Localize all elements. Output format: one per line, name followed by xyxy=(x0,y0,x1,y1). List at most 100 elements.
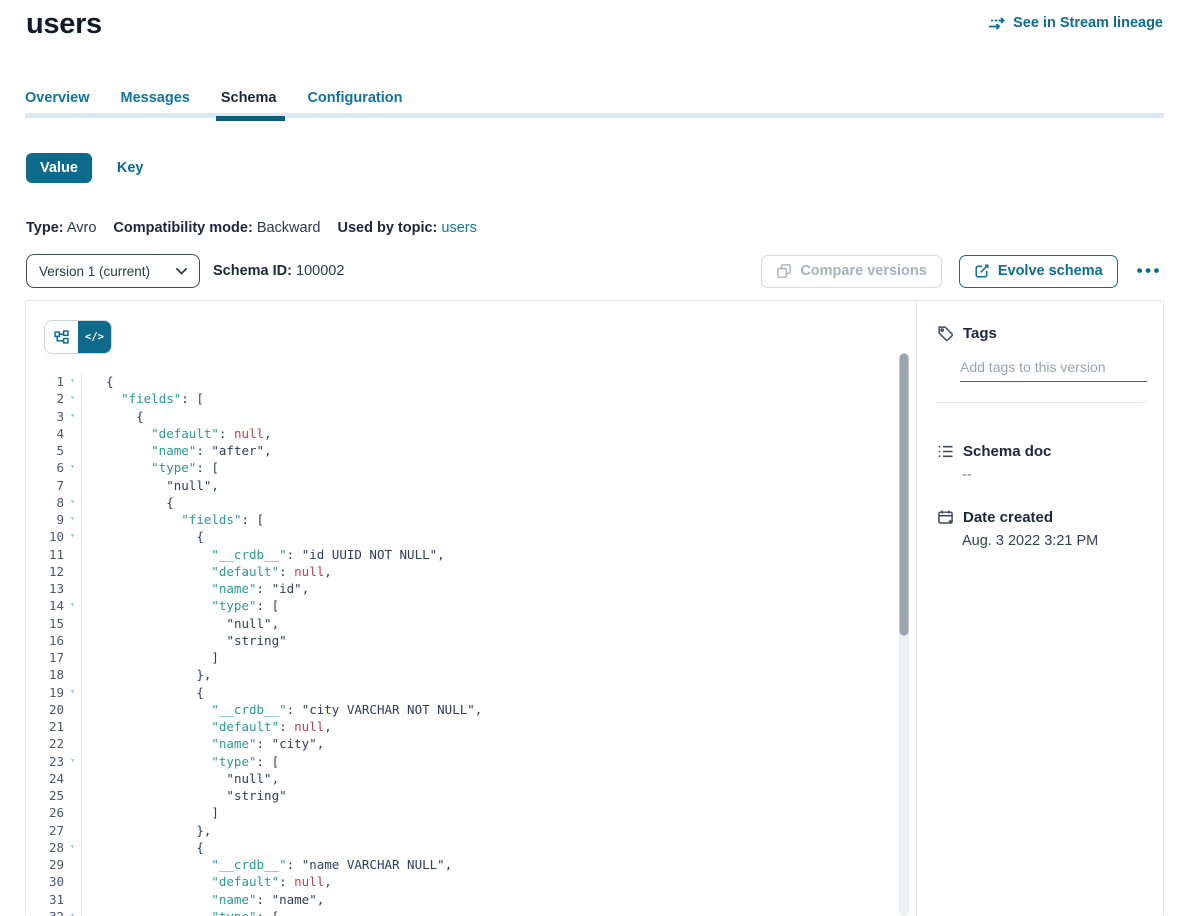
line-number: 22 xyxy=(26,735,64,752)
code-text: "name": "id", xyxy=(106,580,309,597)
date-created-header: Date created xyxy=(937,509,1146,526)
code-line: 2▾ "fields": [ xyxy=(26,390,916,407)
fold-toggle-icon[interactable]: ▾ xyxy=(64,408,82,425)
code-view-button[interactable]: </> xyxy=(78,321,111,353)
used-by-topic-label: Used by topic: xyxy=(337,220,437,236)
schema-page: users See in Stream lineage Overview Mes… xyxy=(0,0,1189,916)
fold-toggle-icon[interactable]: ▾ xyxy=(64,511,82,528)
line-number: 20 xyxy=(26,701,64,718)
fold-gutter xyxy=(64,477,82,494)
stream-lineage-icon xyxy=(988,16,1006,31)
fold-gutter xyxy=(64,442,82,459)
type-label: Type: xyxy=(26,220,64,236)
see-in-stream-lineage-link[interactable]: See in Stream lineage xyxy=(988,15,1163,31)
compatibility-meta: Compatibility mode: Backward xyxy=(113,220,320,236)
code-text: "__crdb__": "name VARCHAR NULL", xyxy=(106,856,452,873)
code-line: 11 "__crdb__": "id UUID NOT NULL", xyxy=(26,546,916,563)
fold-gutter xyxy=(64,718,82,735)
line-number: 9 xyxy=(26,511,64,528)
editor-scrollbar-thumb[interactable] xyxy=(899,353,909,636)
code-text: "fields": [ xyxy=(106,390,204,407)
key-toggle-button[interactable]: Key xyxy=(117,160,144,176)
fold-gutter xyxy=(64,873,82,890)
code-text: "default": null, xyxy=(106,873,332,890)
code-line: 25 "string" xyxy=(26,787,916,804)
tab-underline-track xyxy=(25,113,1164,118)
page-title: users xyxy=(26,8,102,41)
code-line: 5 "name": "after", xyxy=(26,442,916,459)
schema-doc-section: Schema doc -- xyxy=(937,443,1146,483)
code-text: "name": "city", xyxy=(106,735,324,752)
code-text: "null", xyxy=(106,615,279,632)
fold-toggle-icon[interactable]: ▾ xyxy=(64,494,82,511)
value-toggle-button[interactable]: Value xyxy=(26,153,92,183)
compatibility-label: Compatibility mode: xyxy=(113,220,252,236)
line-number: 26 xyxy=(26,804,64,821)
code-text: "__crdb__": "city VARCHAR NOT NULL", xyxy=(106,701,482,718)
line-number: 15 xyxy=(26,615,64,632)
schema-id: Schema ID: 100002 xyxy=(213,263,344,279)
code-text: "name": "after", xyxy=(106,442,272,459)
schema-panel: </> 1▾{2▾ "fields": [3▾ {4 "default": nu… xyxy=(25,300,1164,916)
code-text: "string" xyxy=(106,787,287,804)
line-number: 12 xyxy=(26,563,64,580)
fold-gutter xyxy=(64,804,82,821)
evolve-schema-label: Evolve schema xyxy=(998,263,1103,279)
line-number: 14 xyxy=(26,597,64,614)
line-number: 19 xyxy=(26,684,64,701)
schema-editor: </> 1▾{2▾ "fields": [3▾ {4 "default": nu… xyxy=(26,301,916,916)
fold-toggle-icon[interactable]: ▾ xyxy=(64,753,82,770)
fold-gutter xyxy=(64,546,82,563)
calendar-icon xyxy=(937,509,954,526)
line-number: 27 xyxy=(26,822,64,839)
see-in-stream-lineage-label: See in Stream lineage xyxy=(1013,15,1163,31)
code-line: 15 "null", xyxy=(26,615,916,632)
fold-toggle-icon[interactable]: ▾ xyxy=(64,528,82,545)
fold-toggle-icon[interactable]: ▾ xyxy=(64,459,82,476)
code-line: 4 "default": null, xyxy=(26,425,916,442)
code-line: 28▾ { xyxy=(26,839,916,856)
tree-view-button[interactable] xyxy=(45,321,78,353)
code-text: "type": [ xyxy=(106,908,279,916)
line-number: 17 xyxy=(26,649,64,666)
fold-gutter xyxy=(64,649,82,666)
edit-schema-icon xyxy=(974,263,990,279)
schema-doc-header: Schema doc xyxy=(937,443,1146,460)
fold-toggle-icon[interactable]: ▾ xyxy=(64,390,82,407)
date-created-value: Aug. 3 2022 3:21 PM xyxy=(962,533,1146,549)
code-line: 10▾ { xyxy=(26,528,916,545)
topic-link[interactable]: users xyxy=(441,220,476,236)
fold-gutter xyxy=(64,787,82,804)
evolve-schema-button[interactable]: Evolve schema xyxy=(959,255,1118,288)
add-tags-input[interactable] xyxy=(960,359,1147,382)
fold-gutter xyxy=(64,701,82,718)
fold-gutter xyxy=(64,735,82,752)
fold-toggle-icon[interactable]: ▾ xyxy=(64,839,82,856)
fold-toggle-icon[interactable]: ▾ xyxy=(64,597,82,614)
more-actions-button[interactable]: ••• xyxy=(1135,261,1164,281)
line-number: 6 xyxy=(26,459,64,476)
fold-toggle-icon[interactable]: ▾ xyxy=(64,908,82,916)
type-value: Avro xyxy=(67,220,97,236)
code-text: { xyxy=(106,684,204,701)
fold-gutter xyxy=(64,425,82,442)
code-text: { xyxy=(106,528,204,545)
code-line: 16 "string" xyxy=(26,632,916,649)
line-number: 8 xyxy=(26,494,64,511)
code-line: 26 ] xyxy=(26,804,916,821)
code-text: "default": null, xyxy=(106,563,332,580)
version-select[interactable]: Version 1 (current) xyxy=(26,254,200,288)
tags-section-header: Tags xyxy=(937,325,1146,342)
code-line: 31 "name": "name", xyxy=(26,891,916,908)
sidebar-divider xyxy=(937,402,1146,403)
schema-sidebar: Tags Schema doc -- xyxy=(916,301,1163,916)
fold-gutter xyxy=(64,822,82,839)
code-text: ] xyxy=(106,649,219,666)
fold-toggle-icon[interactable]: ▾ xyxy=(64,684,82,701)
compare-versions-button[interactable]: Compare versions xyxy=(761,255,942,288)
line-number: 23 xyxy=(26,753,64,770)
code-text: }, xyxy=(106,666,211,683)
fold-toggle-icon[interactable]: ▾ xyxy=(64,373,82,390)
code-line: 12 "default": null, xyxy=(26,563,916,580)
fold-gutter xyxy=(64,632,82,649)
